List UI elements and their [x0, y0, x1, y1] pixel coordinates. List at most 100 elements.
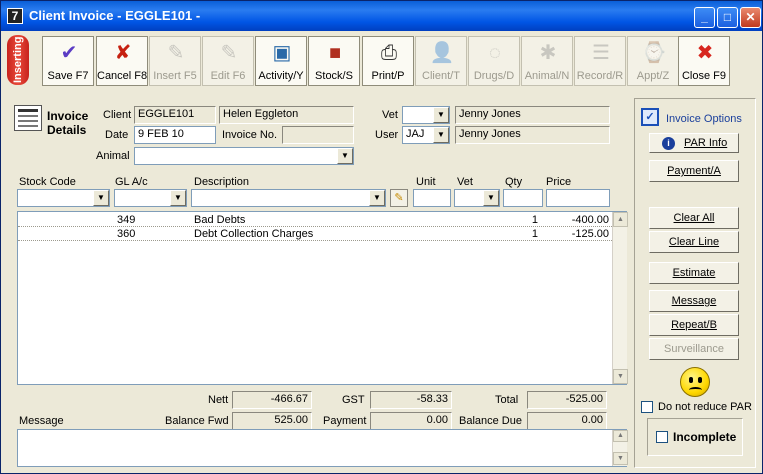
toolbar-icon-9: ✱: [539, 42, 557, 64]
cell-qty: 1: [531, 228, 538, 240]
toolbar-label-1: Cancel F8: [97, 70, 148, 82]
table-row[interactable]: 349 Bad Debts 1 -400.00: [18, 213, 612, 227]
vet-name-field: Jenny Jones: [455, 106, 610, 124]
toolbar-icon-5: ■: [328, 42, 342, 64]
invoice-lines-grid[interactable]: 349 Bad Debts 1 -400.00 360 Debt Collection C…: [17, 211, 628, 385]
toolbar-button-7[interactable]: 👤 Client/T: [415, 36, 467, 86]
toolbar-icon-0: ✔: [60, 42, 78, 64]
toolbar-label-4: Activity/Y: [258, 70, 304, 82]
toolbar-button-2[interactable]: ✎ Insert F5: [149, 36, 201, 86]
price-input[interactable]: [546, 189, 610, 207]
do-not-reduce-label: Do not reduce PAR: [658, 401, 752, 413]
toolbar-label-9: Animal/N: [524, 70, 570, 82]
stock-code-header: Stock Code: [19, 176, 76, 188]
toolbar-button-12[interactable]: ✖ Close F9: [678, 36, 730, 86]
toolbar-button-10[interactable]: ☰ Record/R: [574, 36, 626, 86]
toolbar-button-3[interactable]: ✎ Edit F6: [202, 36, 254, 86]
toolbar-icon-3: ✎: [220, 42, 238, 64]
description-input[interactable]: [191, 189, 386, 207]
total-label: Total: [495, 394, 519, 406]
toolbar-icon-11: ⌚: [641, 42, 667, 64]
surveillance-button[interactable]: Surveillance: [649, 338, 739, 360]
clear-line-button[interactable]: Clear Line: [649, 231, 739, 253]
toolbar-label-12: Close F9: [681, 70, 727, 82]
window-title: Client Invoice - EGGLE101 -: [29, 8, 201, 23]
grid-scrollbar[interactable]: ▲ ▼: [612, 212, 628, 384]
toolbar-icon-12: ✖: [696, 42, 714, 64]
toolbar-button-6[interactable]: ⎙ Print/P: [362, 36, 414, 86]
user-name-field: Jenny Jones: [455, 126, 610, 144]
incomplete-checkbox[interactable]: [656, 431, 668, 443]
toolbar-button-8[interactable]: ◌ Drugs/D: [468, 36, 520, 86]
message-scroll-down-icon[interactable]: ▼: [613, 452, 628, 465]
qty-header: Qty: [505, 176, 523, 188]
app-icon: 7: [7, 8, 23, 24]
toolbar-icon-8: ◌: [489, 42, 501, 64]
balance-fwd-label: Balance Fwd: [165, 415, 229, 427]
message-scroll-up-icon[interactable]: ▲: [613, 430, 628, 442]
par-info-button[interactable]: i PAR Info: [649, 133, 739, 153]
invoice-options-label[interactable]: Invoice Options: [666, 113, 742, 125]
toolbar-label-3: Edit F6: [210, 70, 246, 82]
toolbar-button-5[interactable]: ■ Stock/S: [308, 36, 360, 86]
info-icon: i: [662, 137, 675, 150]
toolbar-button-9[interactable]: ✱ Animal/N: [521, 36, 573, 86]
vet-dropdown-icon[interactable]: ▼: [433, 107, 449, 123]
toolbar-button-0[interactable]: ✔ Save F7: [42, 36, 94, 86]
animal-select[interactable]: [134, 147, 354, 165]
repeat-button[interactable]: Repeat/B: [649, 314, 739, 336]
close-window-icon[interactable]: ✕: [740, 7, 761, 28]
gl-dropdown-icon[interactable]: ▼: [170, 190, 186, 206]
maximize-icon[interactable]: □: [717, 7, 738, 28]
toolbar-label-8: Drugs/D: [473, 70, 515, 82]
pencil-icon[interactable]: ✎: [390, 189, 408, 207]
message-label: Message: [19, 415, 64, 427]
cell-gl: 349: [117, 214, 136, 226]
unit-input[interactable]: [413, 189, 451, 207]
toolbar-label-11: Appt/Z: [636, 70, 670, 82]
toolbar-button-4[interactable]: ▣ Activity/Y: [255, 36, 307, 86]
animal-dropdown-icon[interactable]: ▼: [337, 148, 353, 164]
toolbar-icon-1: ✘: [114, 42, 132, 64]
toolbar-button-11[interactable]: ⌚ Appt/Z: [627, 36, 679, 86]
table-row[interactable]: 360 Debt Collection Charges 1 -125.00: [18, 227, 612, 241]
par-info-label: PAR Info: [684, 137, 728, 149]
minimize-icon[interactable]: _: [694, 7, 715, 28]
toolbar-icon-7: 👤: [429, 42, 455, 64]
scroll-down-icon[interactable]: ▼: [613, 369, 628, 384]
cell-price: -400.00: [571, 214, 609, 226]
payment-button[interactable]: Payment/A: [649, 160, 739, 182]
details-heading-1: Invoice: [47, 109, 89, 123]
description-dropdown-icon[interactable]: ▼: [369, 190, 385, 206]
price-header: Price: [546, 176, 572, 188]
balance-due-value: 0.00: [527, 412, 607, 430]
gst-value: -58.33: [370, 391, 452, 409]
sad-face-icon: [680, 367, 710, 397]
date-label: Date: [105, 129, 129, 141]
toolbar-icon-4: ▣: [272, 42, 292, 64]
message-button[interactable]: Message: [649, 290, 739, 312]
toolbar-button-1[interactable]: ✘ Cancel F8: [96, 36, 148, 86]
vet-line-dropdown-icon[interactable]: ▼: [483, 190, 499, 206]
date-field[interactable]: 9 FEB 10: [134, 126, 216, 144]
invoice-no-label: Invoice No.: [222, 129, 278, 141]
message-textarea[interactable]: ▲ ▼: [17, 429, 628, 467]
toolbar-label-2: Insert F5: [153, 70, 197, 82]
animal-label: Animal: [96, 150, 130, 162]
toolbar-label-10: Record/R: [576, 70, 624, 82]
scroll-up-icon[interactable]: ▲: [613, 212, 628, 227]
message-scrollbar[interactable]: ▲ ▼: [612, 430, 628, 466]
invoice-options-icon: ✓: [641, 108, 659, 126]
estimate-button[interactable]: Estimate: [649, 262, 739, 284]
clear-all-button[interactable]: Clear All: [649, 207, 739, 229]
qty-input[interactable]: [503, 189, 543, 207]
cell-description: Bad Debts: [194, 214, 246, 226]
payment-label: Payment: [323, 415, 367, 427]
cell-qty: 1: [531, 214, 538, 226]
stock-code-dropdown-icon[interactable]: ▼: [93, 190, 109, 206]
user-dropdown-icon[interactable]: ▼: [433, 127, 449, 143]
vet-col-header: Vet: [457, 176, 473, 188]
client-code-field[interactable]: EGGLE101: [134, 106, 216, 124]
do-not-reduce-checkbox[interactable]: [641, 401, 653, 413]
vet-label: Vet: [382, 109, 398, 121]
